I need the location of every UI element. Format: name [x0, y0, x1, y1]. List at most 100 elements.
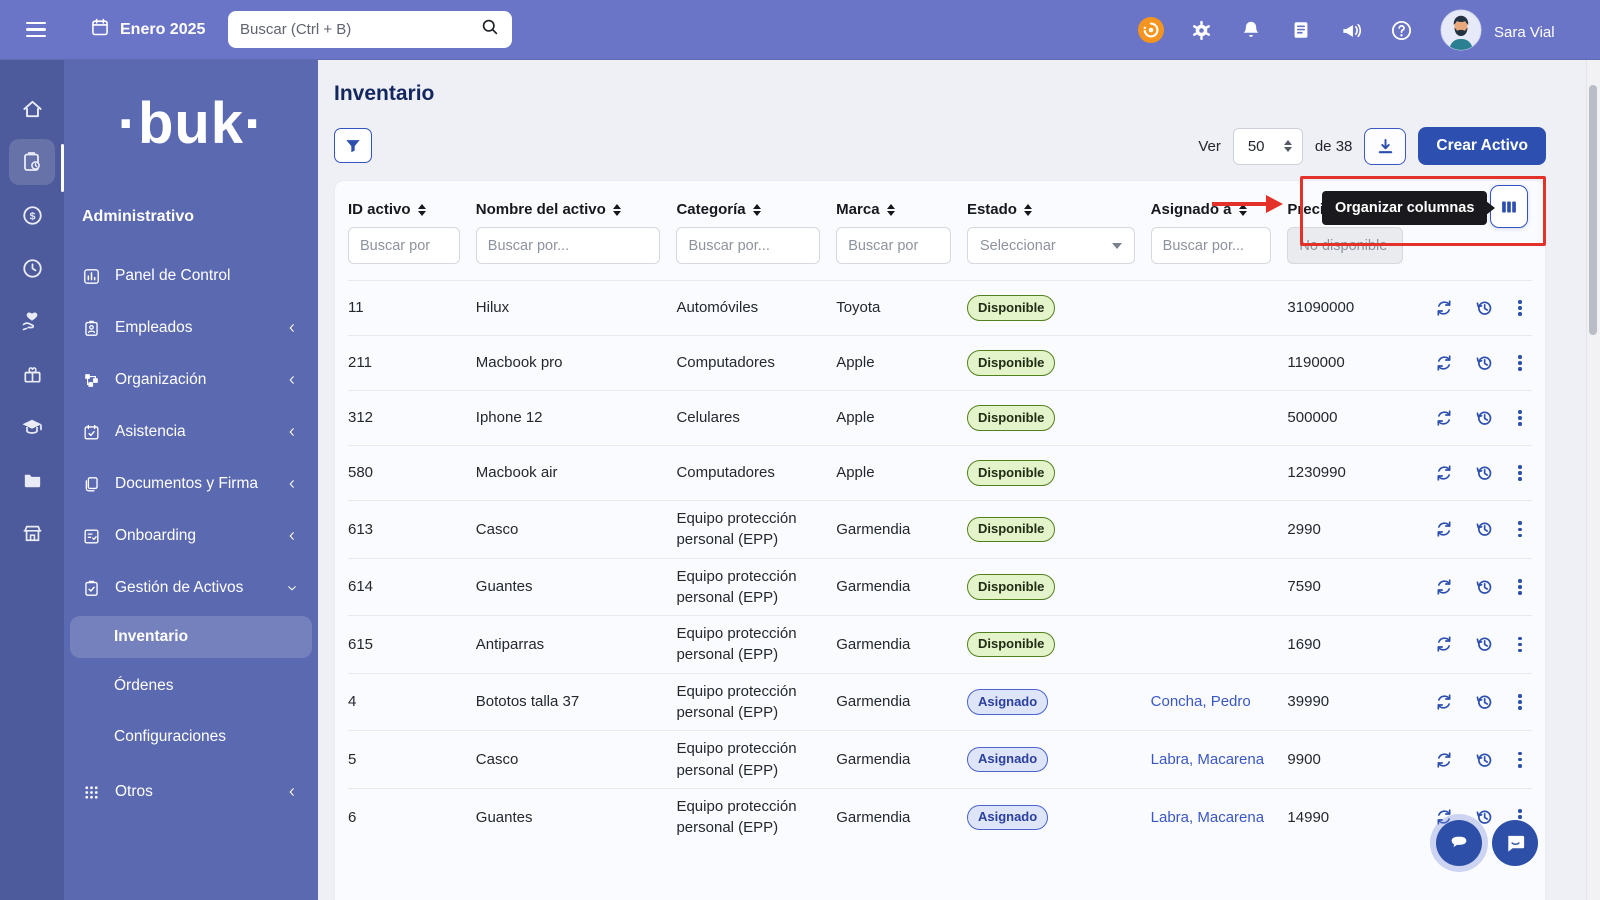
cell-nombre: Macbook air — [476, 455, 677, 490]
search-icon[interactable] — [480, 17, 500, 42]
sidebar-item-ordenes[interactable]: Órdenes — [64, 660, 318, 711]
kebab-menu-icon[interactable] — [1514, 577, 1526, 597]
cell-nombre: Bototos talla 37 — [476, 684, 677, 719]
sync-icon[interactable] — [1434, 408, 1454, 428]
chat-fab[interactable] — [1436, 820, 1482, 866]
clipboard-check-icon — [82, 579, 101, 598]
sync-icon[interactable] — [1434, 577, 1454, 597]
filter-marca[interactable] — [836, 227, 951, 264]
kebab-menu-icon[interactable] — [1514, 519, 1526, 539]
global-search[interactable] — [228, 11, 512, 48]
chevron-left-icon — [286, 530, 298, 542]
sync-icon[interactable] — [1434, 692, 1454, 712]
kebab-menu-icon[interactable] — [1514, 353, 1526, 373]
kebab-menu-icon[interactable] — [1514, 408, 1526, 428]
page-size-select[interactable]: 50 — [1233, 128, 1303, 165]
sidebar-item-configuraciones[interactable]: Configuraciones — [64, 711, 318, 762]
support-fab[interactable] — [1492, 820, 1538, 866]
clock-icon[interactable] — [9, 245, 55, 291]
clipboard-clock-icon[interactable] — [9, 139, 55, 185]
scrollbar-thumb[interactable] — [1589, 85, 1597, 335]
hamburger-icon[interactable] — [26, 22, 46, 37]
sidebar-item-onboarding[interactable]: Onboarding — [64, 510, 318, 562]
history-icon[interactable] — [1474, 634, 1494, 654]
home-icon[interactable] — [9, 86, 55, 132]
search-input[interactable] — [240, 21, 480, 38]
dollar-icon[interactable]: $ — [9, 192, 55, 238]
create-asset-button[interactable]: Crear Activo — [1418, 127, 1546, 165]
history-icon[interactable] — [1474, 298, 1494, 318]
kebab-menu-icon[interactable] — [1514, 750, 1526, 770]
cell-asignado — [1151, 522, 1288, 536]
gear-icon[interactable] — [1188, 17, 1214, 43]
sort-icon[interactable] — [613, 204, 621, 216]
column-header-estado[interactable]: Estado — [967, 201, 1151, 227]
history-icon[interactable] — [1474, 692, 1494, 712]
filter-categoria[interactable] — [676, 227, 820, 264]
kebab-menu-icon[interactable] — [1514, 635, 1526, 655]
sidebar-item-empleados[interactable]: Empleados — [64, 302, 318, 354]
sidebar-item-gestion-de-activos[interactable]: Gestión de Activos — [64, 562, 318, 614]
history-icon[interactable] — [1474, 750, 1494, 770]
assigned-to-link[interactable]: Labra, Macarena — [1151, 751, 1264, 768]
user-menu[interactable]: Sara Vial — [1440, 9, 1555, 56]
sidebar-item-organizacion[interactable]: Organización — [64, 354, 318, 406]
filter-asignado[interactable] — [1151, 227, 1272, 264]
status-badge: Asignado — [967, 805, 1048, 830]
kebab-menu-icon[interactable] — [1514, 463, 1526, 483]
help-icon[interactable] — [1388, 17, 1414, 43]
sort-icon[interactable] — [887, 204, 895, 216]
sync-icon[interactable] — [1434, 519, 1454, 539]
storefront-icon[interactable] — [9, 510, 55, 556]
folder-icon[interactable] — [9, 457, 55, 503]
copilot-icon[interactable] — [1138, 17, 1164, 43]
cell-marca: Garmendia — [836, 800, 967, 835]
cell-estado: Disponible — [967, 567, 1151, 606]
sort-icon[interactable] — [753, 204, 761, 216]
period-selector[interactable]: Enero 2025 — [90, 17, 205, 42]
filter-id-activo[interactable] — [348, 227, 460, 264]
filter-button[interactable] — [334, 128, 372, 163]
cell-asignado: Labra, Macarena — [1151, 800, 1288, 835]
assigned-to-link[interactable]: Labra, Macarena — [1151, 809, 1264, 826]
cell-categoria: Computadores — [676, 345, 836, 380]
sidebar-item-panel-de-control[interactable]: Panel de Control — [64, 250, 318, 302]
sort-icon[interactable] — [418, 204, 426, 216]
download-icon — [1375, 136, 1396, 157]
history-icon[interactable] — [1474, 807, 1494, 827]
gift-icon[interactable] — [9, 351, 55, 397]
history-icon[interactable] — [1474, 519, 1494, 539]
assigned-to-link[interactable]: Concha, Pedro — [1151, 693, 1251, 710]
sync-icon[interactable] — [1434, 463, 1454, 483]
sidebar-item-asistencia[interactable]: Asistencia — [64, 406, 318, 458]
scrollbar-track[interactable] — [1586, 60, 1600, 900]
sort-icon[interactable] — [1024, 204, 1032, 216]
hand-heart-icon[interactable] — [9, 298, 55, 344]
table-row: 580 Macbook air Computadores Apple Dispo… — [348, 445, 1532, 500]
history-icon[interactable] — [1474, 353, 1494, 373]
sync-icon[interactable] — [1434, 353, 1454, 373]
bell-icon[interactable] — [1238, 17, 1264, 43]
megaphone-icon[interactable] — [1338, 17, 1364, 43]
sync-icon[interactable] — [1434, 750, 1454, 770]
news-icon[interactable] — [1288, 17, 1314, 43]
history-icon[interactable] — [1474, 463, 1494, 483]
sidebar-item-inventario[interactable]: Inventario — [70, 616, 312, 658]
graduation-icon[interactable] — [9, 404, 55, 450]
history-icon[interactable] — [1474, 577, 1494, 597]
column-header-id-activo[interactable]: ID activo — [348, 201, 476, 227]
download-button[interactable] — [1364, 128, 1406, 165]
sync-icon[interactable] — [1434, 298, 1454, 318]
filter-nombre[interactable] — [476, 227, 661, 264]
kebab-menu-icon[interactable] — [1514, 298, 1526, 318]
column-header-marca[interactable]: Marca — [836, 201, 967, 227]
sidebar-item-documentos-y-firma[interactable]: Documentos y Firma — [64, 458, 318, 510]
kebab-menu-icon[interactable] — [1514, 692, 1526, 712]
column-header-categoria[interactable]: Categoría — [676, 201, 836, 227]
sidebar-item-otros[interactable]: Otros — [64, 766, 318, 818]
role-label: Administrativo — [82, 208, 318, 226]
sync-icon[interactable] — [1434, 634, 1454, 654]
filter-estado-select[interactable]: Seleccionar — [967, 227, 1135, 264]
history-icon[interactable] — [1474, 408, 1494, 428]
column-header-nombre[interactable]: Nombre del activo — [476, 201, 677, 227]
